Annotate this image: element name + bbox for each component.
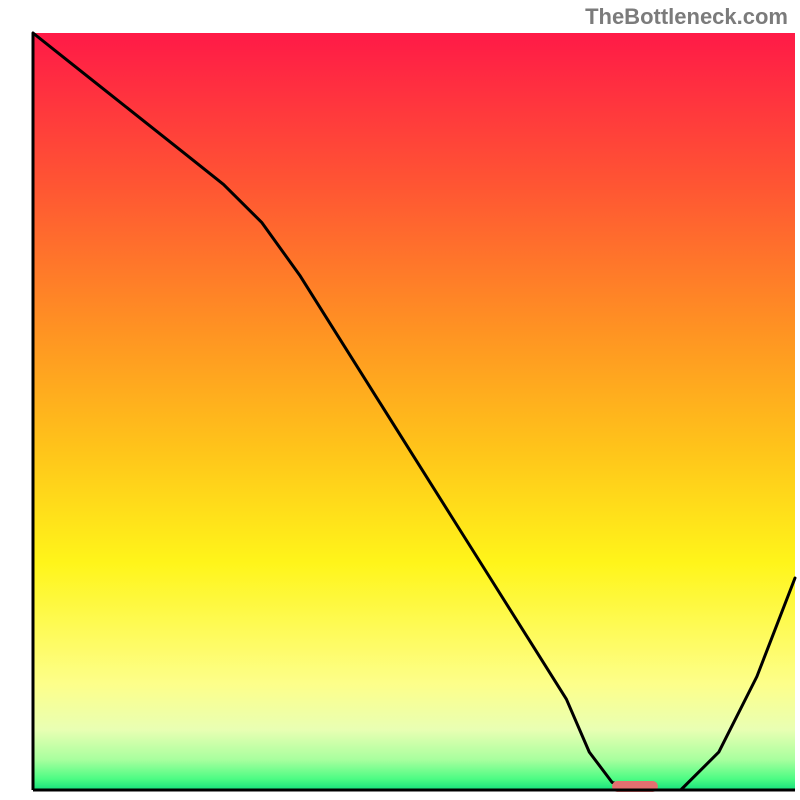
attribution-label: TheBottleneck.com (585, 4, 788, 30)
chart-svg (0, 0, 800, 800)
chart-container: TheBottleneck.com (0, 0, 800, 800)
plot-background (33, 33, 795, 790)
